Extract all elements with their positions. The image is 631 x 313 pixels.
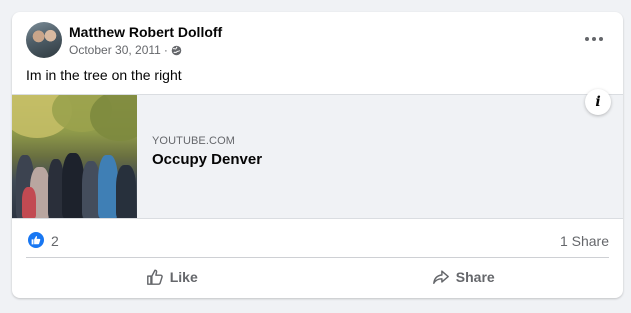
tree-shape [90,95,137,141]
post-header: Matthew Robert Dolloff October 30, 2011 … [26,22,609,62]
like-button[interactable]: Like [26,262,318,292]
more-options-button[interactable] [583,32,605,46]
avatar[interactable] [26,22,62,58]
dot-icon [592,37,596,41]
thumbs-up-icon [31,235,41,245]
post-meta: October 30, 2011 · [69,43,182,57]
dot-icon [585,37,589,41]
post-card: Matthew Robert Dolloff October 30, 2011 … [12,12,623,298]
link-info[interactable]: YOUTUBE.COM Occupy Denver [152,135,262,168]
thumbs-up-icon [146,269,163,285]
share-arrow-icon [432,270,449,285]
dot-icon [599,37,603,41]
link-domain: YOUTUBE.COM [152,135,235,147]
like-reaction-icon[interactable] [28,232,44,248]
crowd-figure [22,187,36,218]
info-button[interactable]: i [585,89,611,115]
like-label: Like [169,269,198,285]
crowd-figure [62,153,84,218]
link-title[interactable]: Occupy Denver [152,151,262,168]
share-button[interactable]: Share [318,262,610,292]
post-date[interactable]: October 30, 2011 [69,43,161,57]
share-label: Share [455,269,495,285]
crowd-figure [98,155,118,218]
post-actions: Like Share [26,262,609,292]
crowd-figure [116,165,136,218]
reactions-summary: 2 1 Share [26,230,609,250]
actions-divider [26,257,609,258]
post-text: Im in the tree on the right [26,67,182,83]
video-thumbnail[interactable] [12,95,137,218]
share-count[interactable]: 1 Share [560,233,609,249]
globe-icon[interactable] [171,45,182,56]
author-name[interactable]: Matthew Robert Dolloff [69,24,222,40]
link-preview[interactable]: YOUTUBE.COM Occupy Denver i [12,89,623,219]
meta-separator: · [163,43,168,57]
like-count[interactable]: 2 [51,233,59,249]
